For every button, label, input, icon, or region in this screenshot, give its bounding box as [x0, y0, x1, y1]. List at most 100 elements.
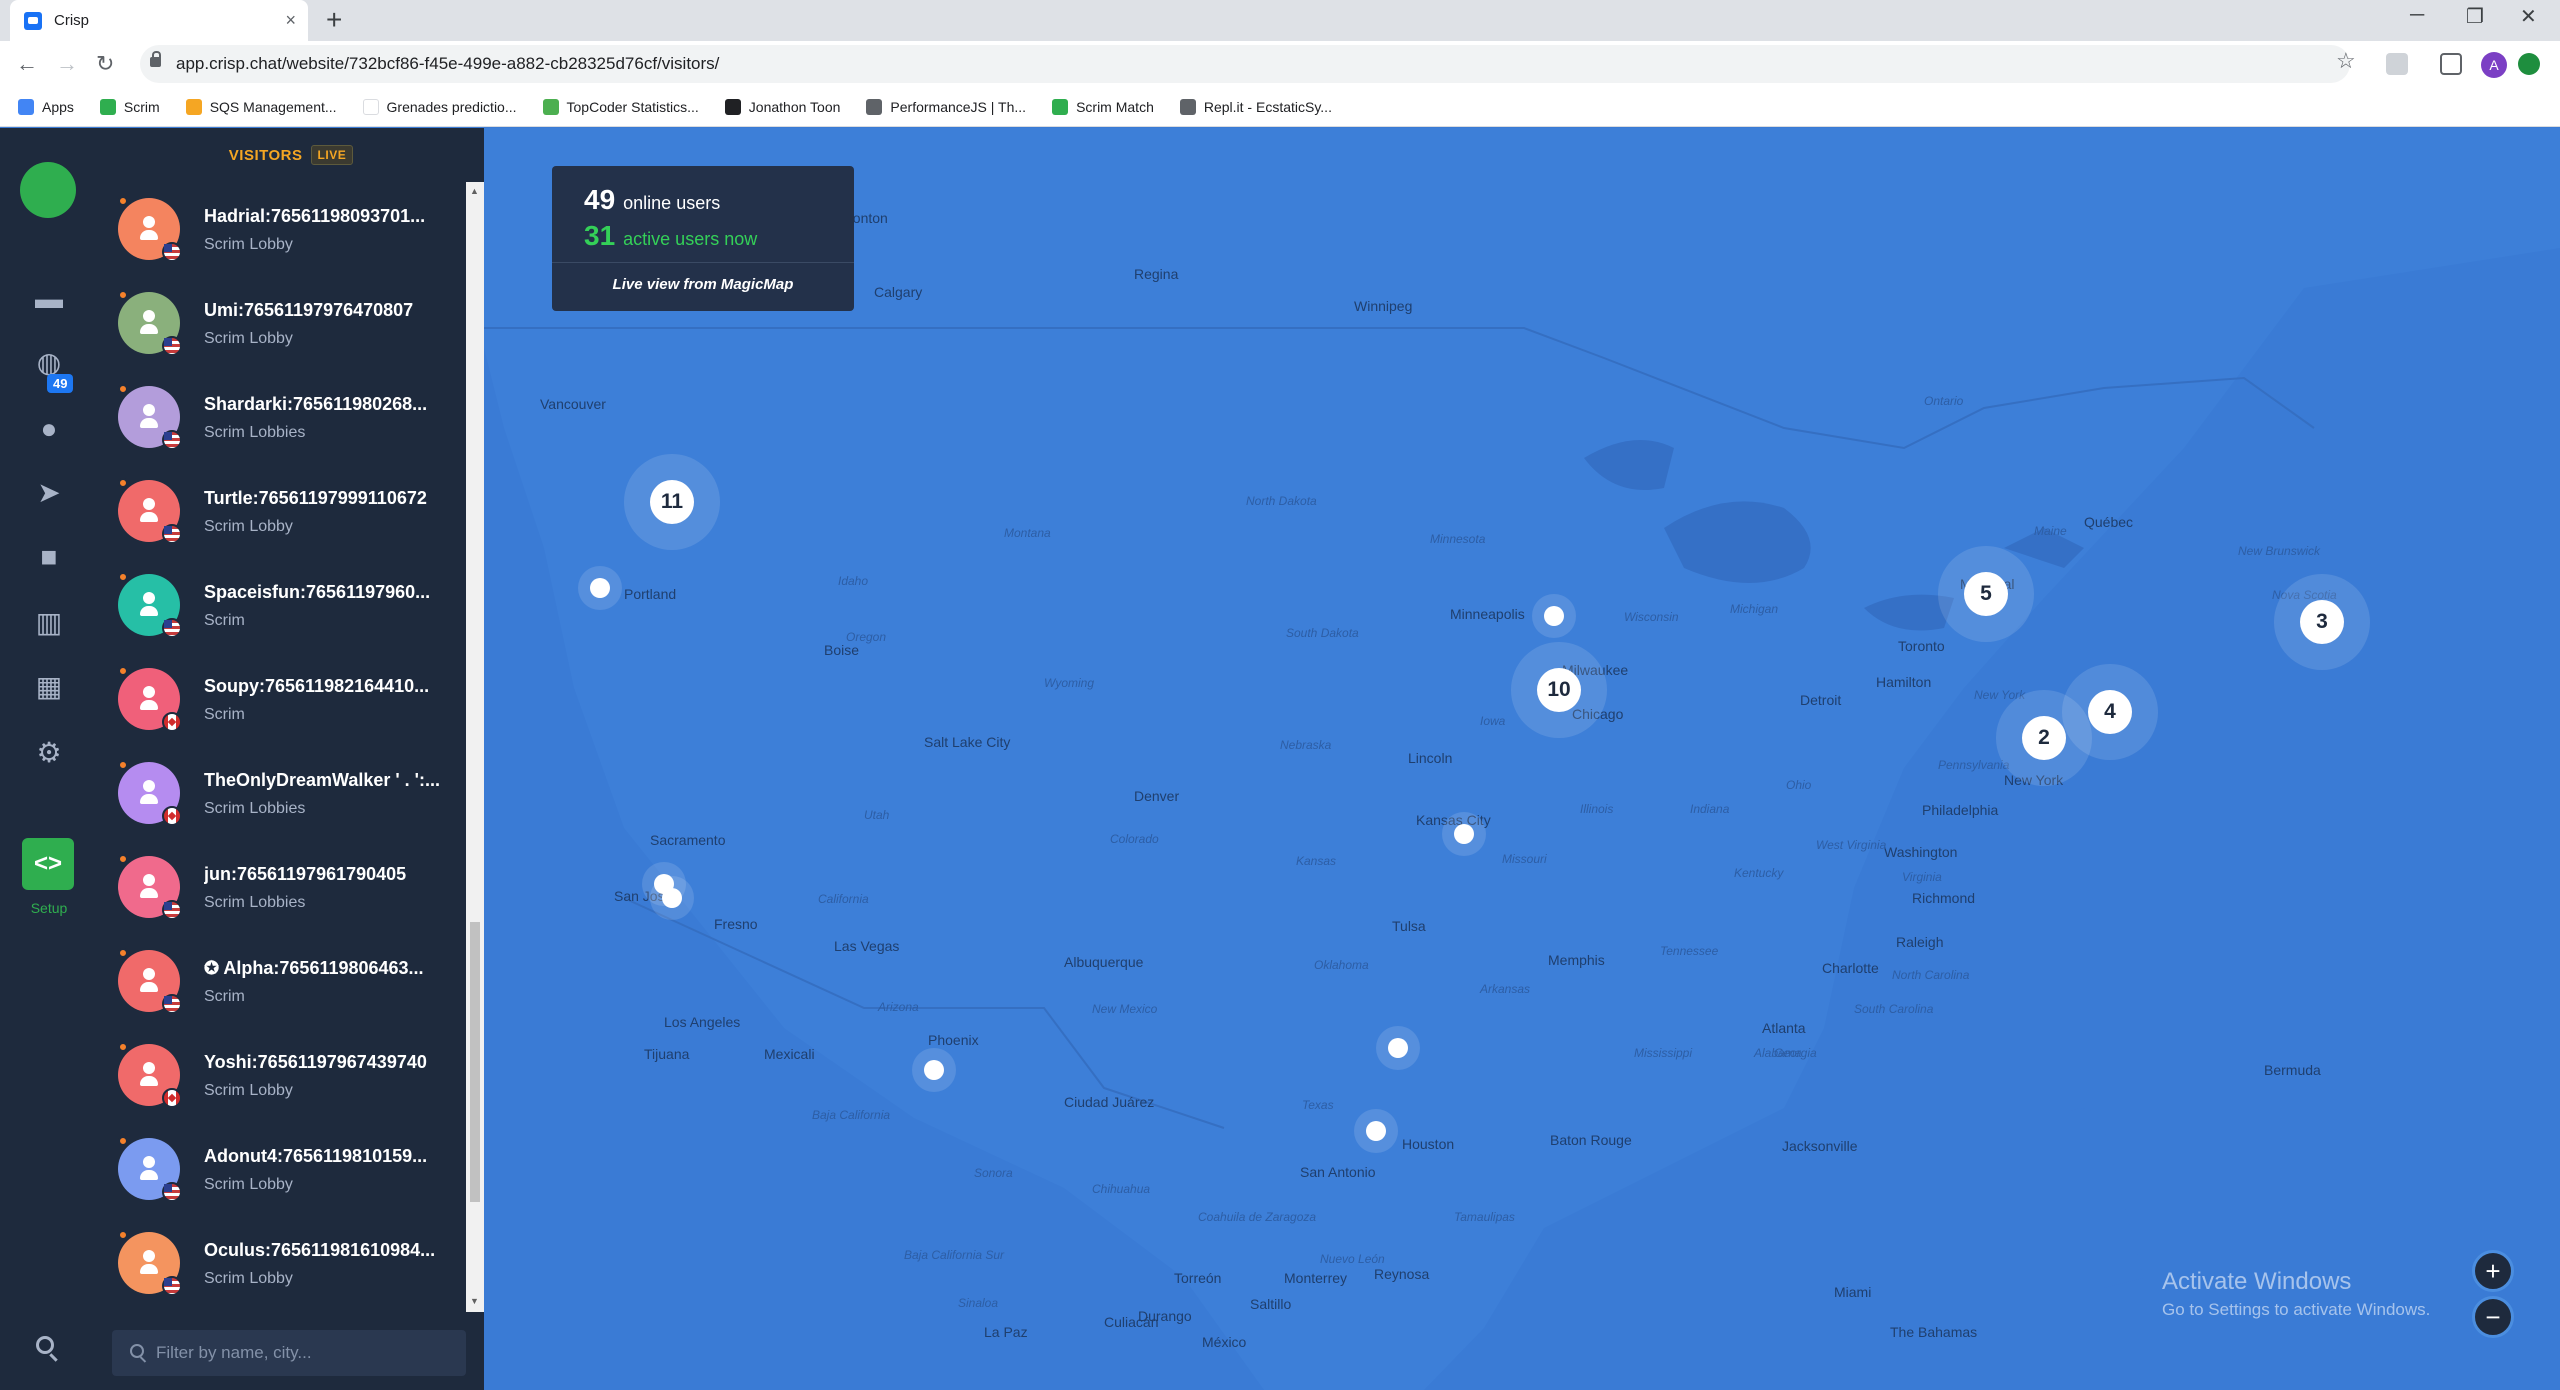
visitor-list-item[interactable]: Yoshi:76561197967439740 Scrim Lobby — [98, 1028, 466, 1122]
user-icon[interactable]: ● — [32, 414, 66, 444]
zoom-in-button[interactable]: + — [2472, 1250, 2514, 1292]
new-tab-button[interactable]: + — [326, 4, 342, 36]
visitor-list-item[interactable]: Adonut4:7656119810159... Scrim Lobby — [98, 1122, 466, 1216]
visitor-pin[interactable] — [1454, 824, 1474, 844]
region-label: Arizona — [878, 1000, 919, 1014]
visitor-list-item[interactable]: Shardarki:765611980268... Scrim Lobbies — [98, 370, 466, 464]
profile-avatar[interactable]: A — [2481, 52, 2507, 78]
visitor-pin[interactable] — [924, 1060, 944, 1080]
bookmark-label: TopCoder Statistics... — [566, 98, 699, 115]
cluster-boston[interactable]: 4 — [2088, 690, 2132, 734]
city-label: Philadelphia — [1922, 802, 1999, 818]
scroll-down-icon[interactable]: ▼ — [470, 1296, 479, 1306]
scrollbar-thumb[interactable] — [470, 922, 480, 1202]
media-queue-icon[interactable] — [2440, 53, 2462, 75]
online-users-stat: 49 online users — [584, 184, 720, 216]
bookmark-item[interactable]: Scrim — [99, 98, 160, 115]
zoom-out-button[interactable]: − — [2472, 1296, 2514, 1338]
bookmark-item[interactable]: Grenades predictio... — [362, 98, 517, 115]
person-icon — [140, 968, 158, 994]
bookmark-item[interactable]: PerformanceJS | Th... — [866, 98, 1027, 115]
region-label: Missouri — [1502, 852, 1547, 866]
windows-activation-watermark: Activate Windows Go to Settings to activ… — [2162, 1268, 2430, 1320]
us-flag-icon — [162, 336, 182, 356]
bookmark-label: PerformanceJS | Th... — [890, 98, 1027, 115]
person-icon — [140, 1062, 158, 1088]
bookmark-item[interactable]: SQS Management... — [185, 98, 337, 115]
folder-icon[interactable]: ■ — [32, 542, 66, 572]
visitor-list-item[interactable]: Spaceisfun:76561197960... Scrim — [98, 558, 466, 652]
cluster-chicago[interactable]: 10 — [1537, 668, 1581, 712]
region-label: West Virginia — [1816, 838, 1887, 852]
visitors-map[interactable]: Edmonton Calgary Regina Winnipeg Vancouver Po… — [484, 128, 2560, 1390]
city-label: Jacksonville — [1782, 1138, 1858, 1154]
filter-input[interactable] — [156, 1343, 446, 1363]
website-logo[interactable] — [20, 162, 76, 218]
visitors-scrollbar[interactable]: ▲ ▼ — [466, 182, 484, 1312]
setup-button[interactable]: <> — [22, 838, 74, 890]
bookmark-item[interactable]: Apps — [18, 98, 74, 115]
bookmarks-bar: Apps Scrim SQS Management... Grenades predi… — [0, 87, 2560, 127]
visitor-list-item[interactable]: Umi:76561197976470807 Scrim Lobby — [98, 276, 466, 370]
bookmark-item[interactable]: Repl.it - EcstaticSy... — [1179, 98, 1332, 115]
restore-button[interactable]: ❐ — [2466, 4, 2484, 29]
tab-close-icon[interactable]: × — [285, 10, 296, 31]
city-label: Salt Lake City — [924, 734, 1011, 750]
region-label: New York — [1974, 688, 2026, 702]
visitor-list-item[interactable]: ✪ Alpha:7656119806463... Scrim — [98, 934, 466, 1028]
url-bar[interactable]: app.crisp.chat/website/732bcf86-f45e-499… — [140, 45, 2350, 83]
visitor-list-item[interactable]: TheOnlyDreamWalker ' . ':... Scrim Lobbie… — [98, 746, 466, 840]
search-icon[interactable] — [36, 1336, 54, 1354]
visitor-location: Scrim — [204, 988, 245, 1005]
update-icon[interactable] — [2518, 53, 2540, 75]
online-status-dot — [118, 1230, 128, 1240]
city-label: Fresno — [714, 916, 758, 932]
us-flag-icon — [162, 430, 182, 450]
visitor-list-item[interactable]: jun:76561197961790405 Scrim Lobbies — [98, 840, 466, 934]
scroll-up-icon[interactable]: ▲ — [470, 186, 479, 196]
bookmark-item[interactable]: TopCoder Statistics... — [542, 98, 699, 115]
visitor-pin[interactable] — [1366, 1121, 1386, 1141]
bookmark-star-icon[interactable]: ☆ — [2336, 48, 2356, 74]
chat-icon[interactable]: ▬ — [32, 284, 66, 314]
cluster-nova-scotia[interactable]: 3 — [2300, 600, 2344, 644]
flag-icon — [724, 98, 741, 115]
visitor-list-item[interactable]: Soupy:765611982164410... Scrim — [98, 652, 466, 746]
visitor-pin[interactable] — [1544, 606, 1564, 626]
visitor-list-item[interactable]: Oculus:765611981610984... Scrim Lobby — [98, 1216, 466, 1310]
minimize-button[interactable]: ─ — [2410, 4, 2424, 27]
gear-icon[interactable]: ⚙ — [32, 738, 66, 768]
plugins-icon[interactable]: ▦ — [32, 672, 66, 702]
bookmark-item[interactable]: Scrim Match — [1052, 98, 1154, 115]
city-label: Saltillo — [1250, 1296, 1292, 1312]
close-window-button[interactable]: ✕ — [2520, 4, 2537, 29]
extension-icon[interactable] — [2386, 53, 2408, 75]
visitor-list-item[interactable]: Turtle:76561197999110672 Scrim Lobby — [98, 464, 466, 558]
lock-icon[interactable] — [150, 51, 161, 67]
back-icon[interactable]: ← — [16, 51, 38, 77]
bookmark-item[interactable]: Jonathon Toon — [724, 98, 841, 115]
person-icon — [140, 686, 158, 712]
forward-icon[interactable]: → — [56, 51, 78, 77]
browser-tab[interactable]: Crisp × — [10, 0, 308, 41]
online-status-dot — [118, 384, 128, 394]
visitor-pin[interactable] — [662, 888, 682, 908]
chart-icon[interactable]: ▥ — [32, 608, 66, 638]
cluster-pacific-northwest[interactable]: 11 — [650, 480, 694, 524]
visitors-list: Hadrial:76561198093701... Scrim Lobby Umi:… — [98, 182, 466, 1312]
visitor-name: Soupy:765611982164410... — [204, 676, 430, 696]
visitor-pin[interactable] — [1388, 1038, 1408, 1058]
region-label: Utah — [864, 808, 890, 822]
stats-divider — [552, 262, 854, 263]
visitors-title: VISITORS — [228, 146, 303, 164]
visitor-pin[interactable] — [590, 578, 610, 598]
browser-tab-strip: Crisp × + ─ ❐ ✕ — [0, 0, 2560, 41]
bookmark-label: Jonathon Toon — [748, 98, 841, 115]
cluster-montreal[interactable]: 5 — [1964, 572, 2008, 616]
topcoder-icon — [542, 98, 559, 115]
reload-icon[interactable]: ↻ — [96, 51, 114, 77]
send-icon[interactable]: ➤ — [32, 478, 66, 508]
city-label: Memphis — [1548, 952, 1605, 968]
cluster-new-york[interactable]: 2 — [2022, 716, 2066, 760]
visitor-list-item[interactable]: Hadrial:76561198093701... Scrim Lobby — [98, 182, 466, 276]
